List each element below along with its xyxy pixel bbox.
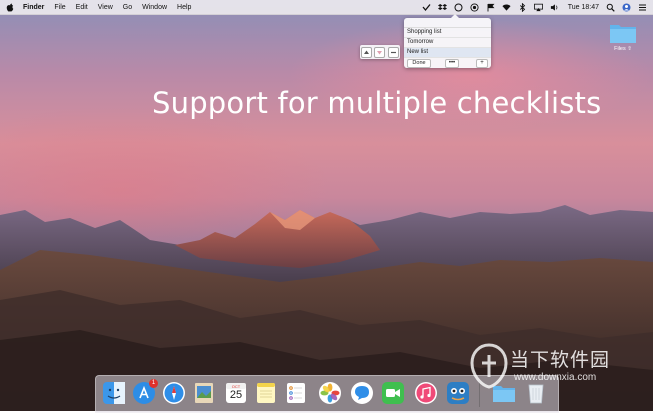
dock-safari-icon[interactable] bbox=[162, 381, 186, 405]
dock-facetime-icon[interactable] bbox=[381, 381, 405, 405]
spotlight-icon[interactable] bbox=[606, 3, 615, 12]
watermark-text: 当下软件园 bbox=[510, 349, 611, 371]
checklist-icon[interactable] bbox=[422, 3, 431, 12]
bluetooth-icon[interactable] bbox=[518, 2, 527, 12]
apple-icon[interactable] bbox=[6, 3, 15, 12]
wifi-icon[interactable] bbox=[502, 3, 511, 12]
popover-header bbox=[404, 18, 491, 28]
dock-preview-icon[interactable] bbox=[192, 381, 216, 405]
menu-clock[interactable]: Tue 18:47 bbox=[568, 4, 599, 11]
checklist-popover: Shopping list Tomorrow New list Done •••… bbox=[404, 14, 491, 68]
desktop-folder[interactable]: Files ⇧ bbox=[607, 22, 639, 52]
menu-go[interactable]: Go bbox=[123, 4, 132, 11]
menu-edit[interactable]: Edit bbox=[76, 4, 88, 11]
watermark-logo-icon bbox=[470, 343, 508, 389]
dock-messages-icon[interactable] bbox=[350, 381, 374, 405]
popover-arrow bbox=[451, 14, 459, 18]
dock-app-icon[interactable] bbox=[446, 381, 470, 405]
down-arrow-icon[interactable] bbox=[374, 46, 386, 58]
desktop-folder-label: Files ⇧ bbox=[614, 46, 632, 52]
done-button[interactable]: Done bbox=[407, 58, 431, 68]
volume-icon[interactable] bbox=[550, 3, 559, 12]
user-icon[interactable] bbox=[622, 3, 631, 12]
dock-app-store-icon[interactable]: 1 bbox=[132, 379, 158, 405]
app-store-badge: 1 bbox=[149, 379, 158, 388]
dock-calendar-icon[interactable]: OCT 25 bbox=[224, 381, 248, 405]
delete-icon[interactable] bbox=[387, 46, 399, 58]
dock-notes-icon[interactable] bbox=[254, 381, 278, 405]
menu-bar: Finder File Edit View Go Window Help Tue… bbox=[0, 0, 653, 15]
up-arrow-icon[interactable] bbox=[361, 46, 373, 58]
dock-finder-icon[interactable] bbox=[102, 381, 126, 405]
watermark: 当下软件园 www.downxia.com bbox=[470, 343, 650, 393]
list-edit-toolbar bbox=[360, 45, 400, 59]
list-item-shopping-list[interactable]: Shopping list bbox=[404, 28, 491, 38]
list-item-tomorrow[interactable]: Tomorrow bbox=[404, 38, 491, 48]
menu-app-name[interactable]: Finder bbox=[23, 4, 44, 11]
dock-reminders-icon[interactable] bbox=[284, 381, 308, 405]
headline: Support for multiple checklists bbox=[152, 86, 602, 120]
add-list-button[interactable]: + bbox=[476, 58, 488, 68]
dropbox-icon[interactable] bbox=[437, 3, 447, 12]
airplay-icon[interactable] bbox=[533, 3, 543, 12]
menu-file[interactable]: File bbox=[54, 4, 65, 11]
circle-icon[interactable] bbox=[454, 3, 463, 12]
watermark-url: www.downxia.com bbox=[514, 372, 597, 383]
folder-icon bbox=[609, 22, 637, 44]
calendar-day: 25 bbox=[229, 389, 243, 401]
status-area: Tue 18:47 bbox=[422, 0, 647, 14]
menu-window[interactable]: Window bbox=[142, 4, 167, 11]
dock-photos-icon[interactable] bbox=[318, 381, 342, 405]
notification-icon[interactable] bbox=[638, 3, 647, 12]
menu-view[interactable]: View bbox=[98, 4, 113, 11]
target-icon[interactable] bbox=[470, 2, 479, 12]
more-button[interactable]: ••• bbox=[445, 58, 459, 68]
menu-help[interactable]: Help bbox=[177, 4, 191, 11]
popover-footer: Done ••• + bbox=[404, 58, 491, 68]
flag-icon[interactable] bbox=[486, 3, 495, 12]
list-item-new-list[interactable]: New list bbox=[404, 48, 491, 58]
dock-itunes-icon[interactable] bbox=[414, 381, 438, 405]
